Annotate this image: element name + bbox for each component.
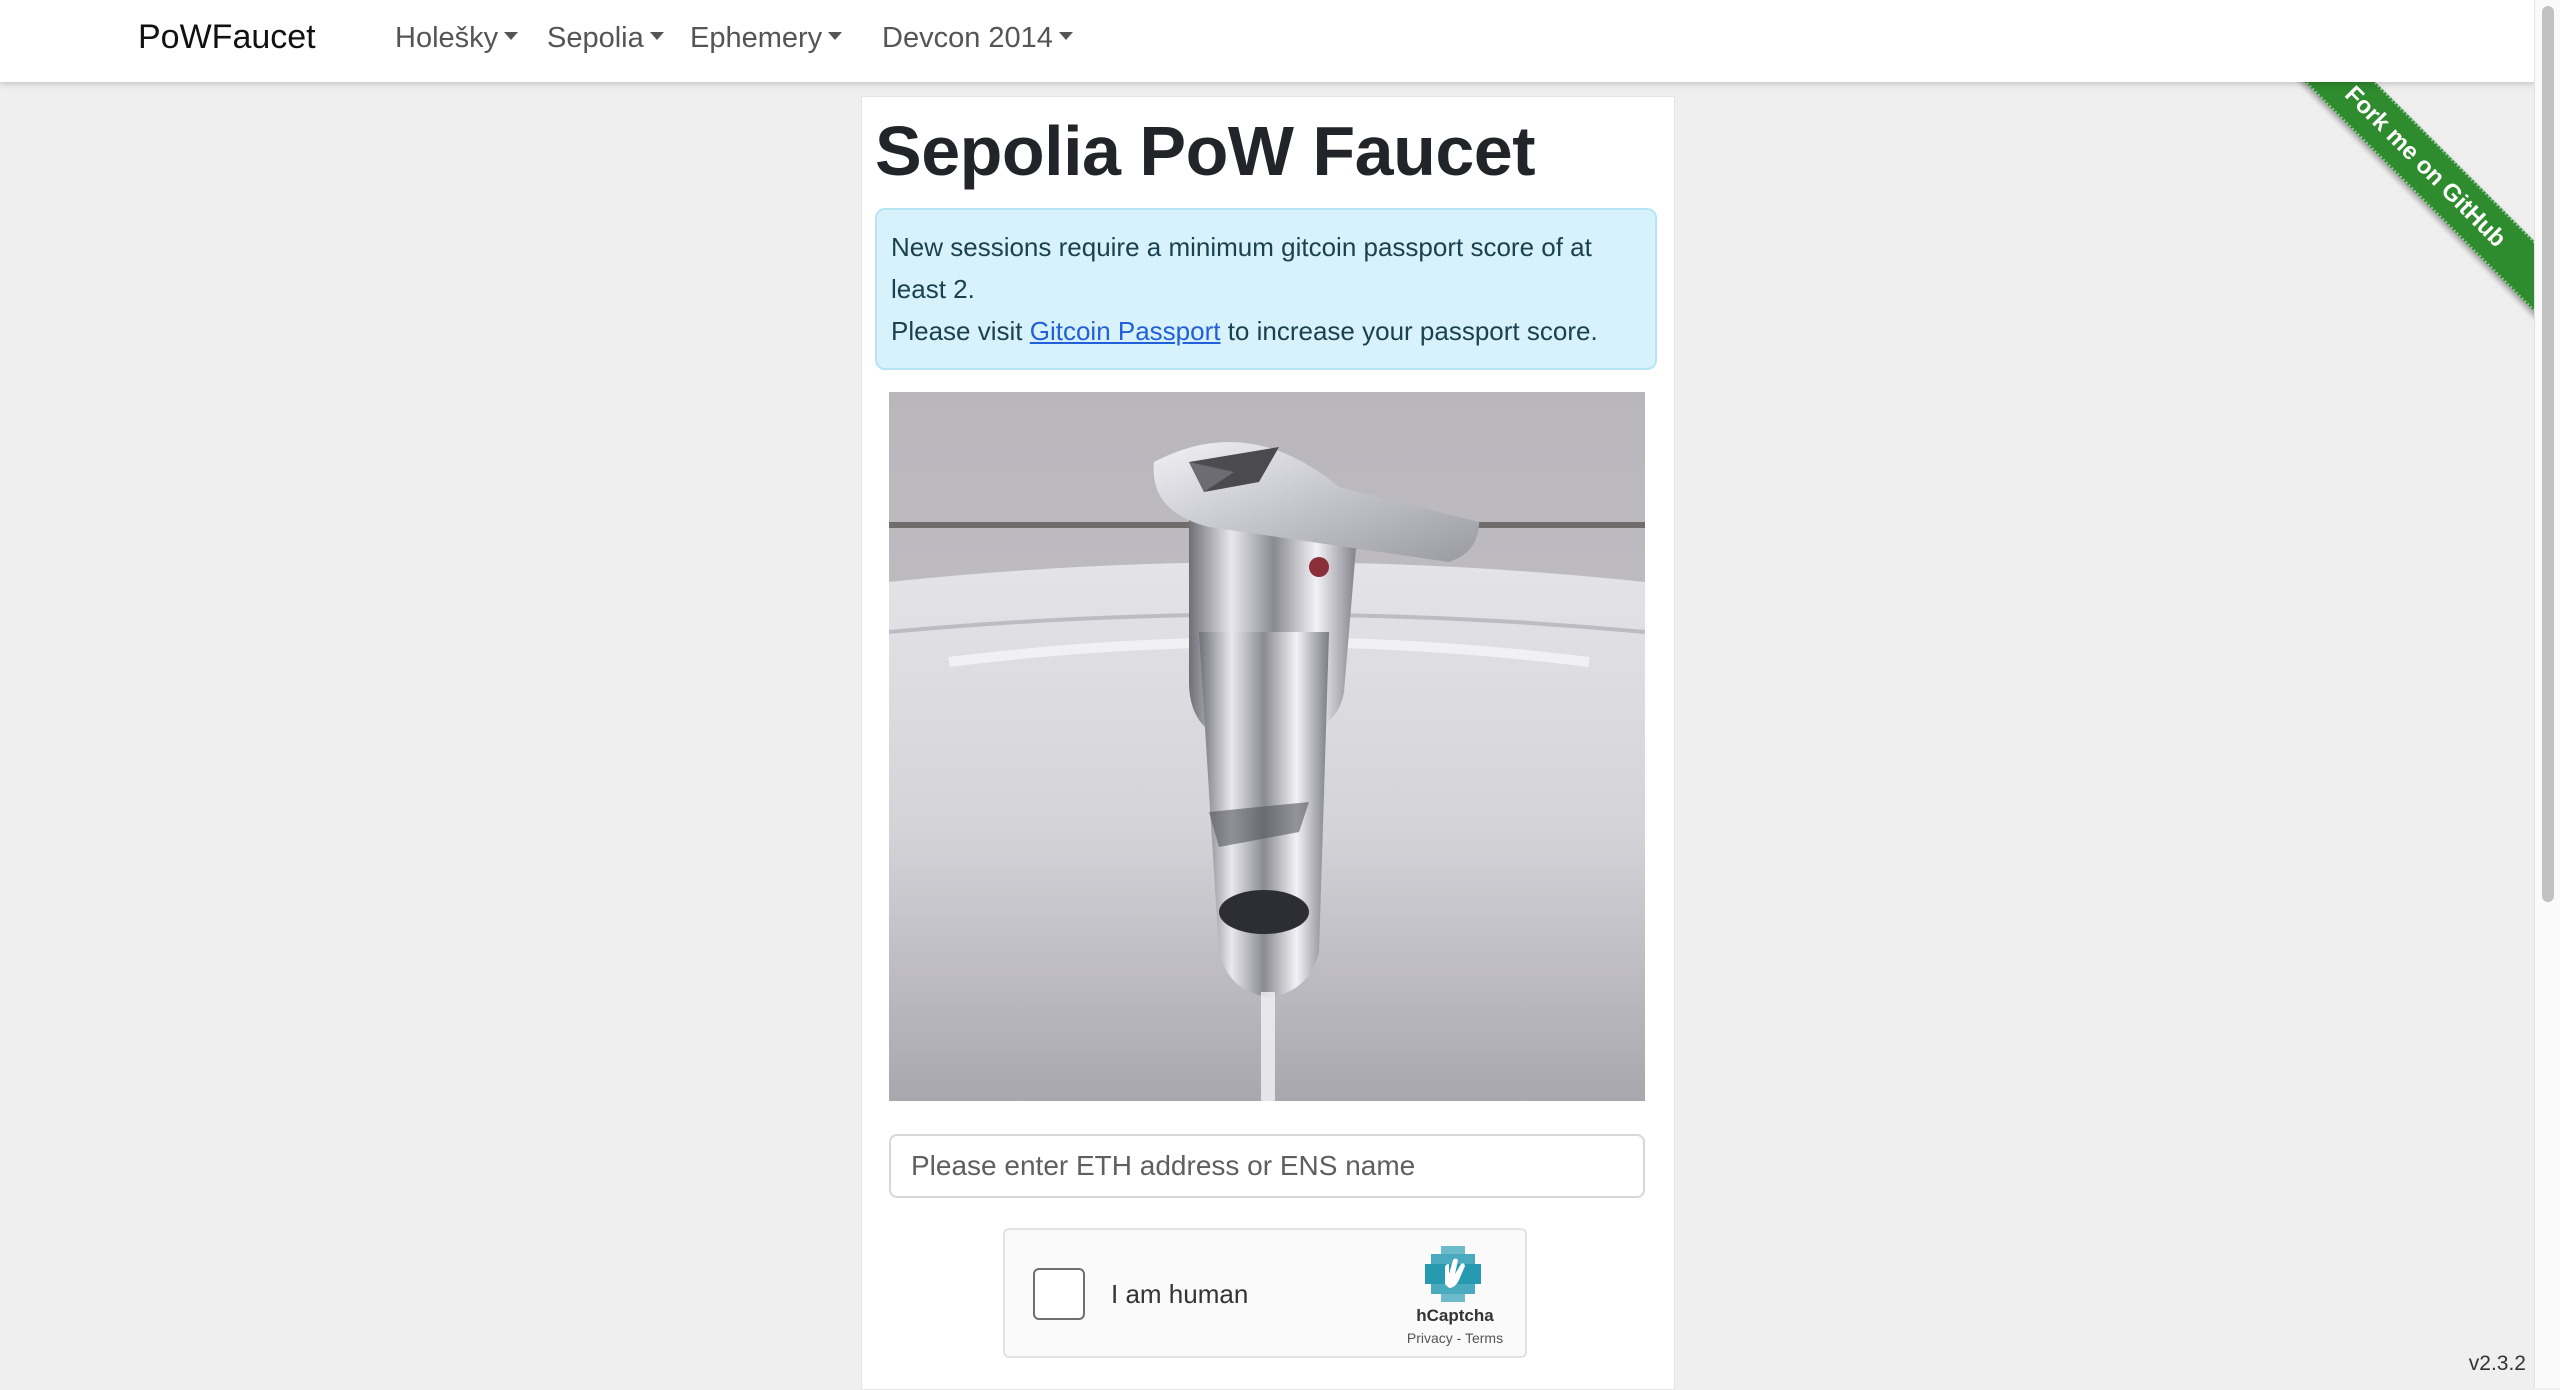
gitcoin-passport-link[interactable]: Gitcoin Passport (1030, 316, 1221, 346)
fork-on-github-ribbon[interactable]: Fork me on GitHub (2275, 82, 2535, 320)
alert-visit-line: Please visit Gitcoin Passport to increas… (891, 310, 1641, 352)
page-scrollbar[interactable] (2534, 0, 2560, 1388)
caret-down-icon (504, 32, 519, 41)
brand-link[interactable]: PoWFaucet (138, 18, 316, 57)
faucet-panel: Sepolia PoW Faucet New sessions require … (861, 96, 1675, 1390)
passport-alert: New sessions require a minimum gitcoin p… (875, 208, 1657, 370)
version-label: v2.3.2 (2468, 1352, 2526, 1375)
caret-down-icon (828, 32, 843, 41)
caret-down-icon (649, 32, 664, 41)
captcha-terms-link[interactable]: Terms (1465, 1330, 1503, 1346)
caret-down-icon (1058, 32, 1073, 41)
captcha-brand: hCaptcha (1416, 1306, 1494, 1325)
captcha-label: I am human (1111, 1279, 1249, 1309)
faucet-image (889, 392, 1645, 1101)
nav-dropdown-label: Devcon 2014 (882, 22, 1053, 54)
captcha-checkbox[interactable] (1033, 1268, 1085, 1320)
captcha-links: Privacy - Terms (1395, 1330, 1515, 1346)
alert-suffix: to increase your passport score. (1220, 316, 1598, 346)
page-title: Sepolia PoW Faucet (875, 112, 1536, 190)
nav-dropdown-label: Sepolia (547, 22, 644, 54)
nav-dropdown-holesky[interactable]: Holešky (395, 22, 519, 55)
nav-dropdown-sepolia[interactable]: Sepolia (547, 22, 664, 55)
captcha-privacy-link[interactable]: Privacy (1407, 1330, 1453, 1346)
hcaptcha-logo-icon (1425, 1246, 1481, 1302)
github-ribbon-container: Fork me on GitHub (2275, 82, 2535, 342)
nav-dropdown-label: Holešky (395, 22, 499, 54)
nav-dropdown-ephemery[interactable]: Ephemery (690, 22, 843, 55)
nav-dropdown-label: Ephemery (690, 22, 823, 54)
alert-prefix: Please visit (891, 316, 1030, 346)
scrollbar-thumb[interactable] (2542, 6, 2554, 902)
captcha-link-separator: - (1452, 1330, 1465, 1346)
eth-address-input[interactable] (889, 1134, 1645, 1198)
top-navbar: PoWFaucet Holešky Sepolia Ephemery Devco… (0, 0, 2535, 82)
nav-dropdown-devcon-2014[interactable]: Devcon 2014 (882, 22, 1073, 55)
alert-message: New sessions require a minimum gitcoin p… (891, 232, 1592, 304)
hcaptcha-widget: I am human hCaptcha Privacy - Terms (1003, 1228, 1527, 1358)
faucet-illustration (889, 392, 1645, 1101)
